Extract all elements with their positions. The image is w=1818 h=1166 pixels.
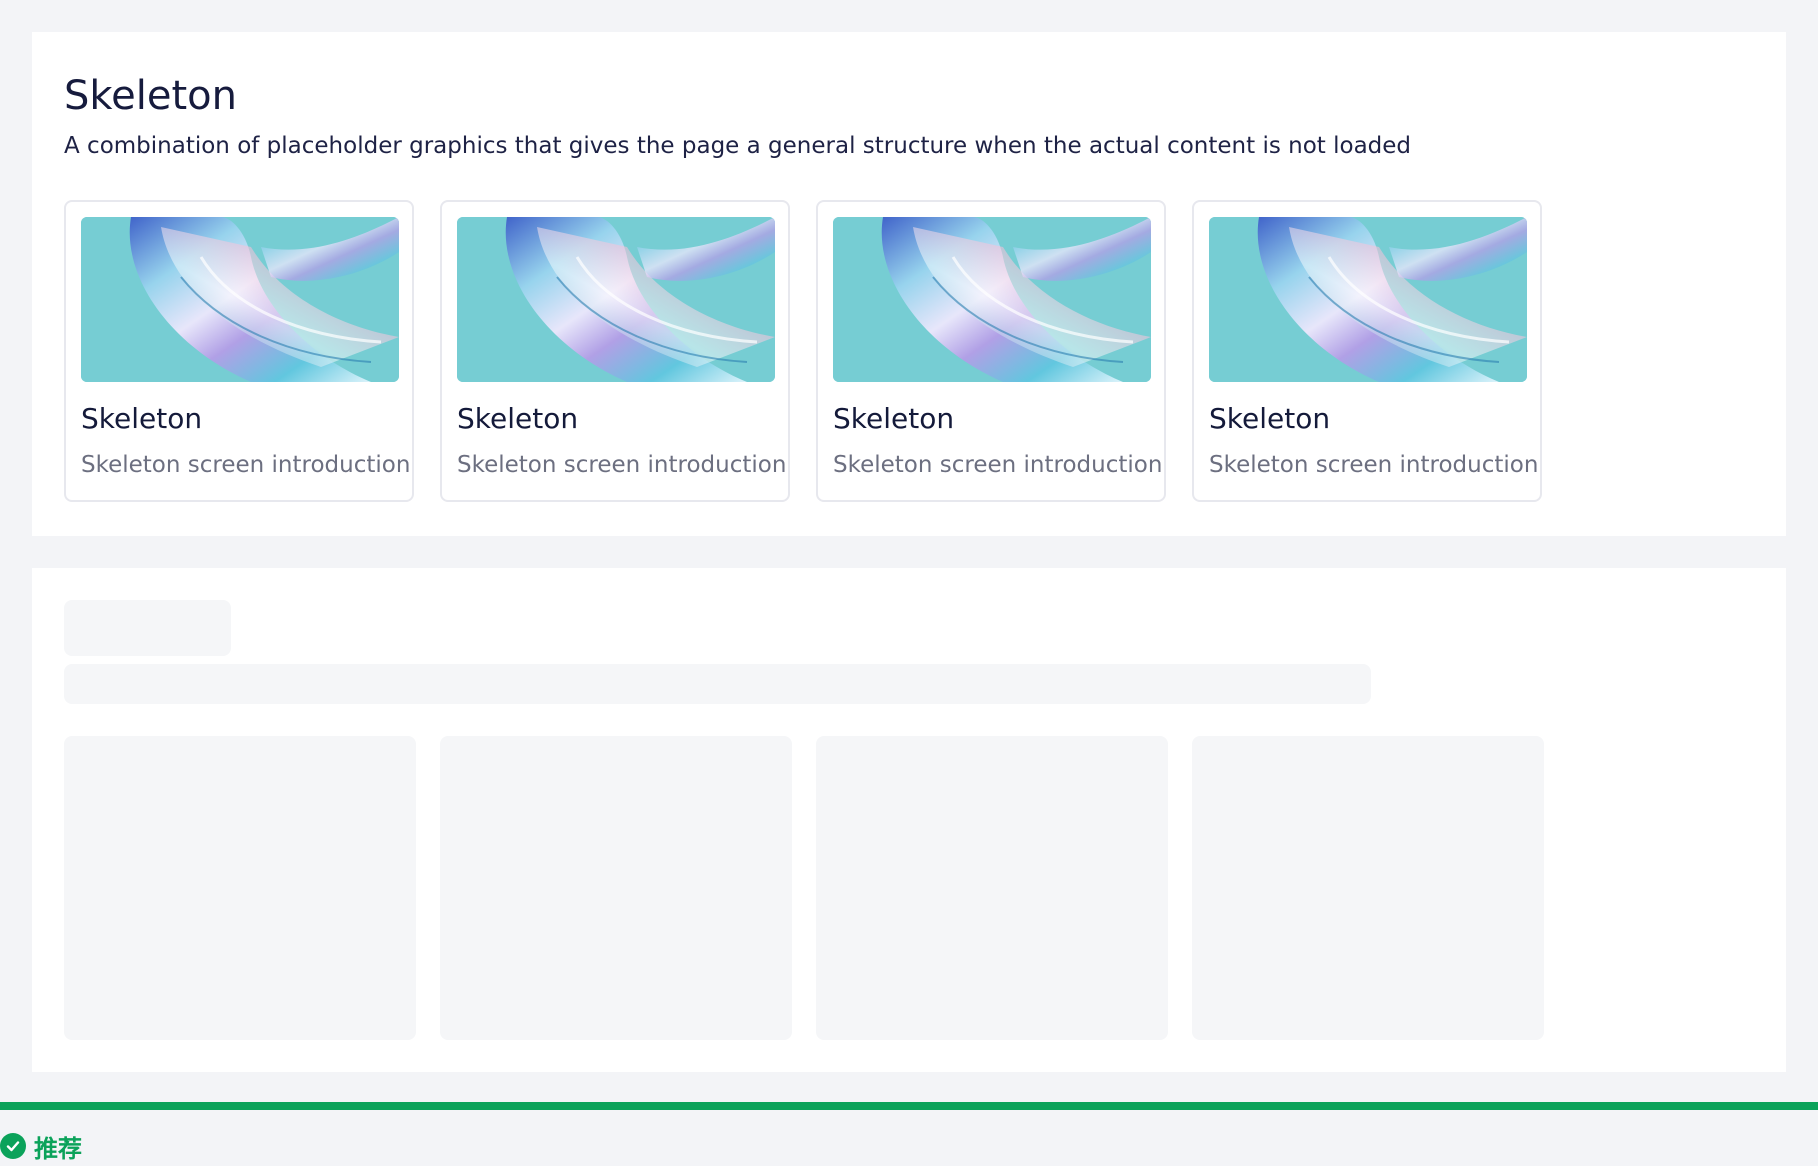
skeleton-card-placeholder [64, 736, 416, 1040]
skeleton-card-placeholder [440, 736, 792, 1040]
card-subtitle: Skeleton screen introduction [833, 452, 1163, 478]
skeleton-loading-panel [32, 568, 1786, 1072]
card-image [457, 217, 775, 382]
page-description: A combination of placeholder graphics th… [64, 133, 1412, 159]
card-title: Skeleton [81, 402, 203, 435]
card-title: Skeleton [833, 402, 955, 435]
content-card[interactable]: Skeleton Skeleton screen introduction [816, 200, 1166, 502]
card-image [833, 217, 1151, 382]
skeleton-demo-panel: Skeleton A combination of placeholder gr… [32, 32, 1786, 536]
recommend-divider [0, 1102, 1818, 1110]
check-circle-icon [0, 1133, 26, 1159]
card-title: Skeleton [1209, 402, 1331, 435]
page-title: Skeleton [64, 73, 237, 119]
card-list: Skeleton Skeleton screen introduction Sk… [64, 200, 1542, 502]
skeleton-card-placeholder [1192, 736, 1544, 1040]
card-title: Skeleton [457, 402, 579, 435]
skeleton-title-placeholder [64, 600, 231, 656]
content-card[interactable]: Skeleton Skeleton screen introduction [1192, 200, 1542, 502]
content-card[interactable]: Skeleton Skeleton screen introduction [440, 200, 790, 502]
card-subtitle: Skeleton screen introduction [81, 452, 411, 478]
skeleton-line-placeholder [64, 664, 1371, 704]
skeleton-card-placeholder [816, 736, 1168, 1040]
card-image [1209, 217, 1527, 382]
content-card[interactable]: Skeleton Skeleton screen introduction [64, 200, 414, 502]
card-image [81, 217, 399, 382]
recommend-label: 推荐 [34, 1134, 82, 1163]
card-subtitle: Skeleton screen introduction [457, 452, 787, 478]
recommend-badge: 推荐 [0, 1130, 82, 1163]
card-subtitle: Skeleton screen introduction [1209, 452, 1539, 478]
